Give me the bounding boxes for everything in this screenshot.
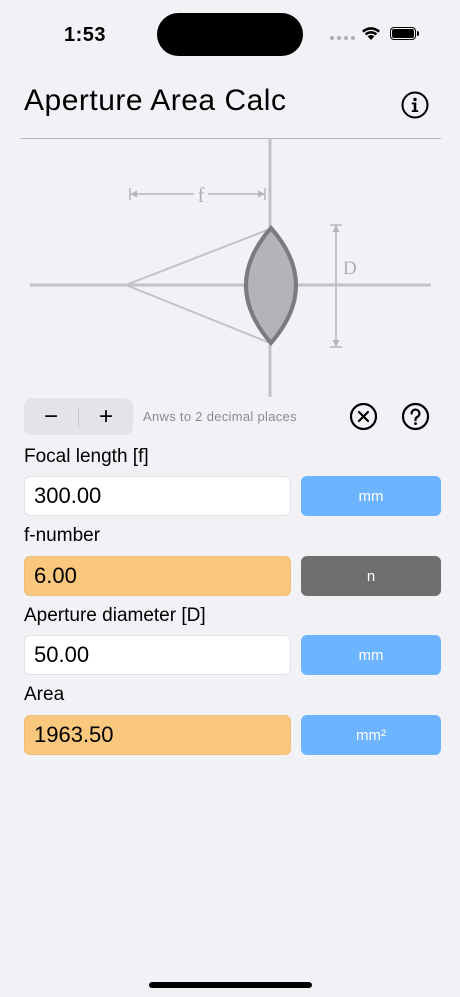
precision-text: Anws to 2 decimal places <box>143 409 297 424</box>
diagram-label-d: D <box>343 258 357 279</box>
area-label: Area <box>24 684 65 705</box>
cellular-signal-icon <box>330 36 355 40</box>
battery-icon <box>390 27 419 40</box>
help-icon[interactable] <box>401 402 430 431</box>
lens-diagram: f D <box>30 139 431 397</box>
increment-button[interactable]: + <box>79 398 133 435</box>
aperture-diameter-unit-button[interactable]: mm <box>301 635 441 675</box>
info-icon[interactable] <box>401 91 429 119</box>
lens-shape <box>244 224 298 347</box>
diagram-label-f: f <box>198 183 205 207</box>
area-unit-button[interactable]: mm² <box>301 715 441 755</box>
page-title: Aperture Area Calc <box>24 84 287 117</box>
f-number-result[interactable]: 6.00 <box>24 556 291 596</box>
f-number-label: f-number <box>24 525 101 546</box>
home-indicator[interactable] <box>149 982 312 988</box>
status-time: 1:53 <box>64 24 107 46</box>
dynamic-island <box>157 13 303 56</box>
focal-length-unit-button[interactable]: mm <box>301 476 441 516</box>
aperture-diameter-input[interactable]: 50.00 <box>24 635 291 675</box>
decrement-button[interactable]: − <box>24 398 78 435</box>
precision-stepper[interactable]: − + <box>24 398 133 435</box>
status-bar: 1:53 <box>0 0 460 70</box>
focal-length-label: Focal length [f] <box>24 446 149 467</box>
wifi-icon <box>362 27 380 40</box>
area-result[interactable]: 1963.50 <box>24 715 291 755</box>
aperture-diameter-label: Aperture diameter [D] <box>24 605 206 626</box>
f-number-unit-button[interactable]: n <box>301 556 441 596</box>
focal-length-input[interactable]: 300.00 <box>24 476 291 516</box>
clear-icon[interactable] <box>349 402 378 431</box>
